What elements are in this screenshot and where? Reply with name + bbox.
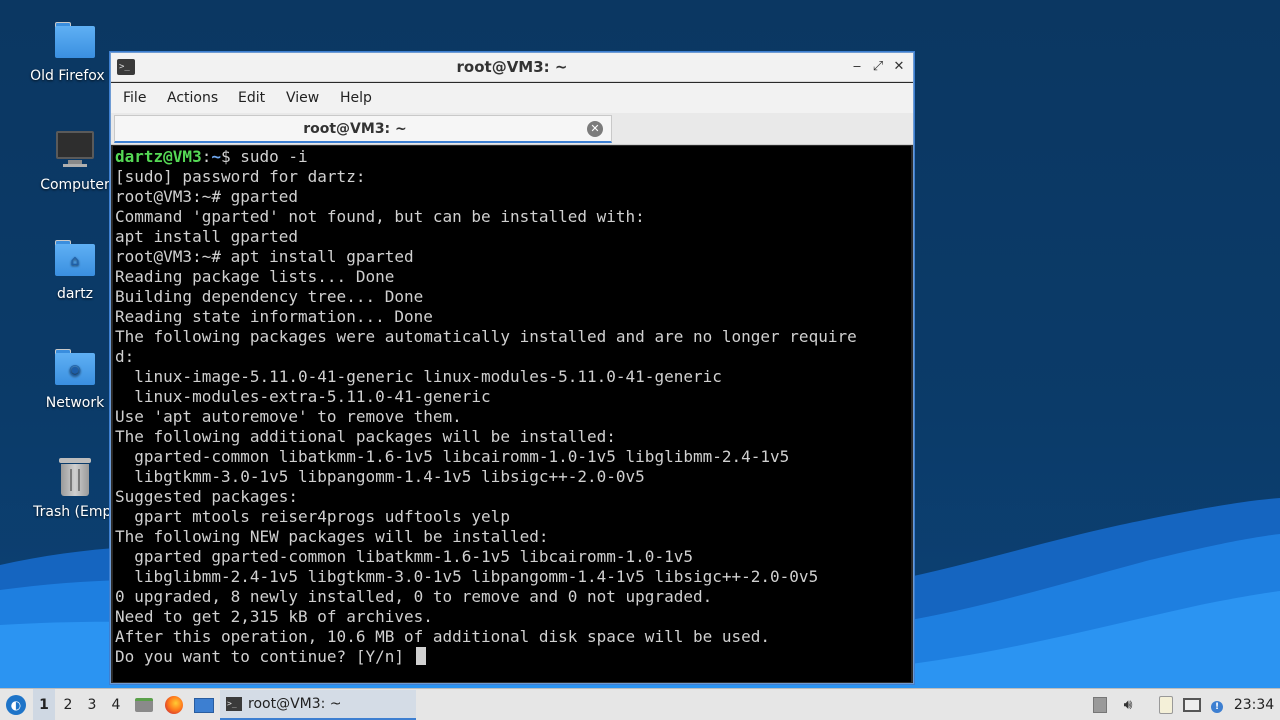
terminal-line: gparted-common libatkmm-1.6-1v5 libcairo… [115, 447, 790, 466]
terminal-line: gpart mtools reiser4progs udftools yelp [115, 507, 510, 526]
window-title: root@VM3: ~ [456, 58, 568, 76]
prompt-user: dartz@VM3 [115, 147, 202, 166]
network-folder-icon: ◉ [53, 345, 97, 389]
notification-icon [1093, 697, 1107, 713]
taskbar: ◐ 1 2 3 4 >_ root@VM3: ~ 🔊︎ ! 23:34 [0, 688, 1280, 720]
lubuntu-logo-icon: ◐ [6, 695, 26, 715]
terminal-line: Command 'gparted' not found, but can be … [115, 207, 645, 226]
show-desktop-launcher[interactable] [192, 689, 216, 720]
clipboard-icon [1159, 696, 1173, 714]
continue-prompt: Do you want to continue? [Y/n] [115, 647, 414, 666]
update-notifier-button[interactable]: ! [1206, 689, 1228, 720]
workspace-3[interactable]: 3 [81, 689, 103, 720]
file-manager-icon [135, 698, 153, 712]
file-manager-launcher[interactable] [133, 689, 155, 720]
firefox-launcher[interactable] [162, 689, 186, 720]
terminal-line: The following additional packages will b… [115, 427, 616, 446]
terminal-line: linux-image-5.11.0-41-generic linux-modu… [115, 367, 722, 386]
menu-actions[interactable]: Actions [167, 83, 218, 113]
terminal-line: root@VM3:~# gparted [115, 187, 299, 206]
desktop-icon [194, 698, 214, 713]
terminal-line: Reading package lists... Done [115, 267, 395, 286]
computer-icon [53, 127, 97, 171]
window-titlebar[interactable]: >_ root@VM3: ~ ‒ ⤢ ✕ [111, 53, 913, 82]
terminal-line: The following packages were automaticall… [115, 327, 857, 346]
terminal-line: [sudo] password for dartz: [115, 167, 366, 186]
terminal-line: After this operation, 10.6 MB of additio… [115, 627, 771, 646]
terminal-line: gparted gparted-common libatkmm-1.6-1v5 … [115, 547, 693, 566]
tab-close-icon[interactable]: ✕ [587, 121, 603, 137]
network-button[interactable] [1181, 689, 1203, 720]
minimize-button[interactable]: ‒ [847, 57, 867, 77]
trash-icon [53, 454, 97, 498]
volume-button[interactable]: 🔊︎ [1117, 689, 1139, 720]
terminal-line: apt install gparted [115, 227, 299, 246]
prompt-colon: : [201, 147, 212, 166]
taskbar-task-terminal[interactable]: >_ root@VM3: ~ [220, 690, 416, 720]
terminal-prompt-line: Do you want to continue? [Y/n] [115, 647, 911, 667]
workspace-1[interactable]: 1 [33, 689, 55, 720]
terminal-line: d: [115, 347, 135, 366]
terminal-line: dartz@VM3:~$ sudo -i [115, 147, 911, 167]
menu-edit[interactable]: Edit [238, 83, 265, 113]
menu-help[interactable]: Help [340, 83, 372, 113]
workspace-4[interactable]: 4 [105, 689, 127, 720]
terminal-line: Need to get 2,315 kB of archives. [115, 607, 433, 626]
folder-icon [53, 18, 97, 62]
text-cursor [415, 647, 426, 665]
terminal-output[interactable]: dartz@VM3:~$ sudo -i [sudo] password for… [113, 146, 911, 682]
terminal-window: >_ root@VM3: ~ ‒ ⤢ ✕ File Actions Edit V… [110, 52, 914, 684]
terminal-line: 0 upgraded, 8 newly installed, 0 to remo… [115, 587, 713, 606]
start-menu-button[interactable]: ◐ [4, 689, 28, 720]
terminal-line: libglibmm-2.4-1v5 libgtkmm-3.0-1v5 libpa… [115, 567, 819, 586]
terminal-line: Use 'apt autoremove' to remove them. [115, 407, 462, 426]
tab-terminal[interactable]: root@VM3: ~ ✕ [114, 115, 612, 143]
terminal-line: Suggested packages: [115, 487, 299, 506]
clock[interactable]: 23:34 [1232, 689, 1276, 720]
home-folder-icon: ⌂ [53, 236, 97, 280]
update-icon: ! [1211, 701, 1223, 713]
notification-tray-button[interactable] [1089, 689, 1111, 720]
close-button[interactable]: ✕ [889, 57, 909, 77]
menubar: File Actions Edit View Help [111, 83, 913, 113]
tab-label: root@VM3: ~ [303, 121, 407, 137]
terminal-line: The following NEW packages will be insta… [115, 527, 549, 546]
workspace-2[interactable]: 2 [57, 689, 79, 720]
terminal-app-icon: >_ [226, 697, 242, 711]
terminal-line: Reading state information... Done [115, 307, 433, 326]
tab-bar: root@VM3: ~ ✕ [111, 113, 913, 145]
prompt-path: ~ [211, 147, 221, 166]
terminal-line: Building dependency tree... Done [115, 287, 424, 306]
menu-view[interactable]: View [286, 83, 319, 113]
task-label: root@VM3: ~ [248, 696, 342, 712]
terminal-line: linux-modules-extra-5.11.0-41-generic [115, 387, 491, 406]
network-icon [1183, 698, 1201, 712]
terminal-line: libgtkmm-3.0-1v5 libpangomm-1.4-1v5 libs… [115, 467, 645, 486]
terminal-line: root@VM3:~# apt install gparted [115, 247, 414, 266]
maximize-button[interactable]: ⤢ [868, 57, 888, 77]
prompt-command: $ sudo -i [220, 147, 308, 166]
menu-file[interactable]: File [123, 83, 146, 113]
firefox-icon [165, 696, 183, 714]
volume-icon: 🔊︎ [1123, 697, 1133, 713]
clipboard-button[interactable] [1155, 689, 1177, 720]
